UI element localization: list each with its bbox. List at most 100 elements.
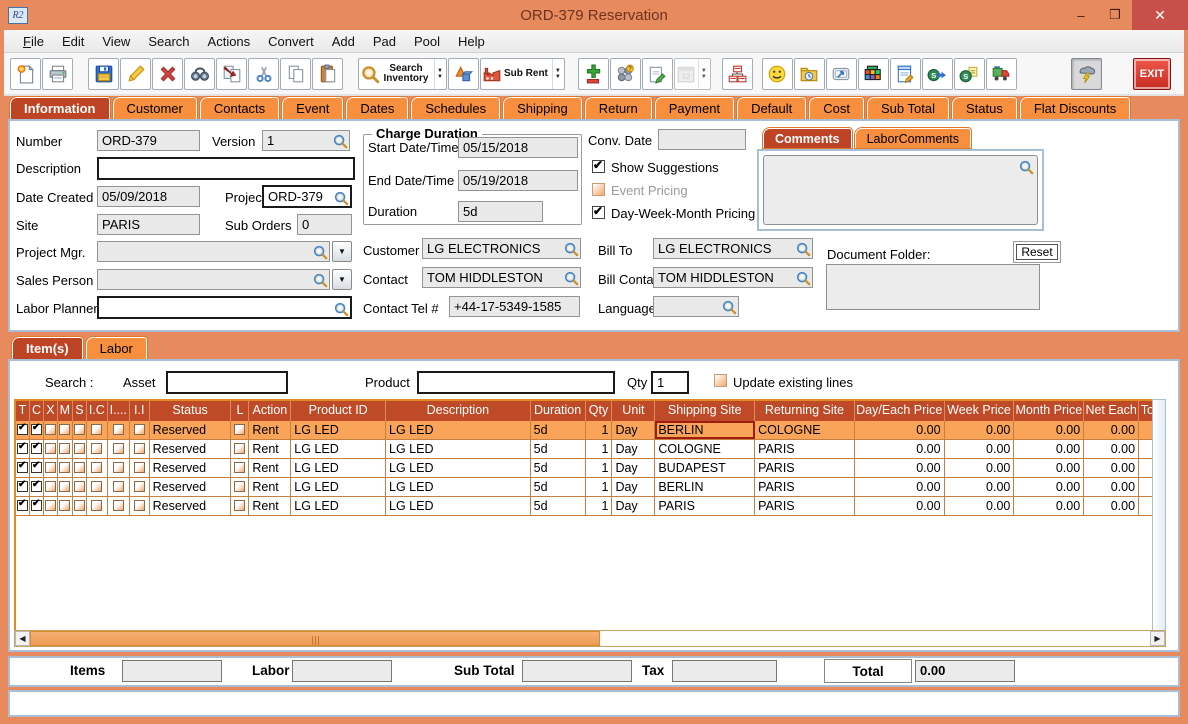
- column-header-s[interactable]: S: [73, 401, 87, 421]
- row-checkbox-idots[interactable]: [112, 462, 124, 473]
- row-checkbox-m[interactable]: [59, 481, 71, 492]
- save-button[interactable]: [88, 57, 119, 90]
- search-inventory-dropdown-icon[interactable]: ▼ ▼: [434, 58, 445, 89]
- row-checkbox-ii[interactable]: [133, 424, 145, 435]
- cell-description[interactable]: LG LED: [386, 497, 531, 515]
- column-header-day_each_price[interactable]: Day/Each Price: [855, 401, 945, 421]
- tab-flat-discounts[interactable]: Flat Discounts: [1018, 96, 1132, 120]
- cell-week_price[interactable]: 0.00: [945, 459, 1015, 477]
- column-header-week_price[interactable]: Week Price: [945, 401, 1015, 421]
- copy-button[interactable]: [280, 57, 311, 90]
- vertical-scrollbar[interactable]: [1152, 399, 1166, 632]
- row-checkbox-c[interactable]: [30, 422, 42, 435]
- calendar-dropdown-icon[interactable]: ▼ ▼: [697, 58, 709, 89]
- paste-button[interactable]: [312, 57, 343, 90]
- folder-clock-button[interactable]: [793, 57, 825, 90]
- menu-item-pad[interactable]: Pad: [364, 32, 405, 51]
- row-checkbox-ic[interactable]: [91, 500, 103, 511]
- tab-comments[interactable]: Comments: [762, 127, 853, 149]
- row-checkbox-c[interactable]: [30, 441, 42, 454]
- find-button[interactable]: [184, 57, 215, 90]
- cell-qty[interactable]: 1: [586, 421, 613, 439]
- delete-button[interactable]: [152, 57, 183, 90]
- print-button[interactable]: [42, 57, 73, 90]
- cell-description[interactable]: LG LED: [386, 459, 531, 477]
- cell-month_price[interactable]: 0.00: [1014, 497, 1085, 515]
- copy-special-button[interactable]: [216, 57, 247, 90]
- column-header-duration[interactable]: Duration: [531, 401, 586, 421]
- product-input[interactable]: [417, 371, 615, 394]
- tab-shipping[interactable]: Shipping: [502, 96, 583, 120]
- column-header-t[interactable]: T: [16, 401, 30, 421]
- update-existing-checkbox[interactable]: [714, 374, 727, 387]
- column-header-returning_site[interactable]: Returning Site: [755, 401, 855, 421]
- bill-contact-lookup-icon[interactable]: [795, 270, 811, 286]
- row-checkbox-ic[interactable]: [91, 462, 103, 473]
- column-header-product_id[interactable]: Product ID: [291, 401, 387, 421]
- tab-status[interactable]: Status: [950, 96, 1018, 120]
- cell-status[interactable]: Reserved: [150, 440, 232, 458]
- menu-item-add[interactable]: Add: [323, 32, 364, 51]
- menu-item-pool[interactable]: Pool: [405, 32, 449, 51]
- cell-unit[interactable]: Day: [612, 478, 656, 496]
- sales-person-dropdown[interactable]: ▼: [332, 269, 352, 290]
- column-header-description[interactable]: Description: [386, 401, 531, 421]
- row-checkbox-t[interactable]: [16, 498, 28, 511]
- table-row[interactable]: ReservedRentLG LEDLG LED5d1DayBUDAPESTPA…: [16, 459, 1160, 478]
- row-checkbox-s[interactable]: [73, 481, 85, 492]
- tab-contacts[interactable]: Contacts: [198, 96, 281, 120]
- version-lookup-icon[interactable]: [332, 133, 348, 149]
- reset-button[interactable]: Reset: [1013, 241, 1061, 263]
- column-header-ii[interactable]: I.I: [130, 401, 150, 421]
- minimize-button[interactable]: –: [1064, 0, 1098, 30]
- add-line-button[interactable]: [577, 57, 609, 90]
- cell-qty[interactable]: 1: [586, 440, 613, 458]
- quick-actions-button[interactable]: [1071, 57, 1102, 90]
- table-row[interactable]: ReservedRentLG LEDLG LED5d1DayBERLINCOLO…: [16, 421, 1160, 440]
- row-checkbox-m[interactable]: [59, 424, 71, 435]
- row-checkbox-m[interactable]: [59, 462, 71, 473]
- row-checkbox-l[interactable]: [234, 443, 246, 454]
- edit-document-button[interactable]: [889, 57, 921, 90]
- row-checkbox-x[interactable]: [44, 500, 56, 511]
- row-checkbox-s[interactable]: [73, 462, 85, 473]
- column-header-idots[interactable]: I....: [108, 401, 130, 421]
- cell-duration[interactable]: 5d: [531, 497, 586, 515]
- cell-week_price[interactable]: 0.00: [945, 478, 1015, 496]
- search-inventory-button[interactable]: Search Inventory ▼ ▼: [358, 57, 447, 90]
- show-suggestions-checkbox[interactable]: [592, 158, 605, 173]
- sub-rent-dropdown-icon[interactable]: ▼ ▼: [551, 58, 563, 89]
- column-header-l[interactable]: L: [231, 401, 250, 421]
- project-mgr-lookup-icon[interactable]: [312, 244, 328, 260]
- close-button[interactable]: ✕: [1132, 0, 1188, 30]
- row-checkbox-ii[interactable]: [133, 443, 145, 454]
- bill-contact-field[interactable]: TOM HIDDLESTON: [653, 267, 813, 288]
- tab-labor[interactable]: Labor: [84, 336, 148, 360]
- table-row[interactable]: ReservedRentLG LEDLG LED5d1DayBERLINPARI…: [16, 478, 1160, 497]
- sub-rent-button[interactable]: Sub Rent ▼ ▼: [480, 57, 565, 90]
- cell-day_each_price[interactable]: 0.00: [855, 497, 945, 515]
- scrollbar-track[interactable]: [600, 631, 1150, 646]
- cut-button[interactable]: [248, 57, 279, 90]
- sales-person-field[interactable]: [97, 269, 330, 290]
- cell-duration[interactable]: 5d: [531, 440, 586, 458]
- row-checkbox-l[interactable]: [234, 500, 246, 511]
- scroll-right-arrow[interactable]: ▶: [1150, 631, 1165, 646]
- description-field[interactable]: [97, 157, 355, 180]
- cell-shipping_site[interactable]: BUDAPEST: [655, 459, 756, 477]
- row-checkbox-idots[interactable]: [112, 424, 124, 435]
- column-header-c[interactable]: C: [30, 401, 44, 421]
- tab-default[interactable]: Default: [736, 96, 808, 120]
- row-checkbox-l[interactable]: [234, 424, 246, 435]
- customer-lookup-icon[interactable]: [563, 241, 579, 257]
- column-header-status[interactable]: Status: [150, 401, 232, 421]
- order-notes-button[interactable]: S: [953, 57, 985, 90]
- cell-month_price[interactable]: 0.00: [1014, 421, 1085, 439]
- column-header-month_price[interactable]: Month Price: [1014, 401, 1085, 421]
- row-checkbox-m[interactable]: [59, 443, 71, 454]
- tab-laborcomments[interactable]: LaborComments: [853, 127, 973, 149]
- calendar-button[interactable]: 12 ▼ ▼: [673, 57, 711, 90]
- comments-textarea[interactable]: [763, 155, 1038, 225]
- table-row[interactable]: ReservedRentLG LEDLG LED5d1DayPARISPARIS…: [16, 497, 1160, 516]
- contact-lookup-icon[interactable]: [563, 270, 579, 286]
